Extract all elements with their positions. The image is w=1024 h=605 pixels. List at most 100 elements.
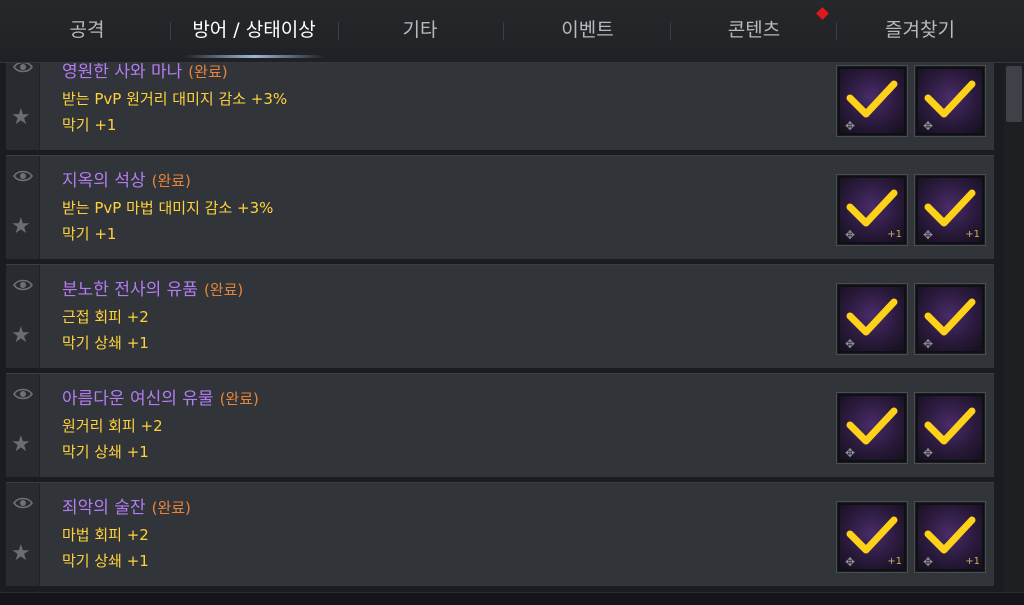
stat-effect: 막기 +1 [62,225,117,243]
move-icon: ✥ [845,555,856,569]
eye-icon[interactable] [13,387,33,401]
tab-divider [338,22,339,40]
item-slot[interactable]: ✥ [836,65,908,137]
checkmark-icon [924,298,976,336]
move-icon: ✥ [923,337,934,351]
collection-list-viewport[interactable]: ★ 영원한 사와 마나 (완료) 받는 PvP 원거리 대미지 감소 +3% 막기… [0,62,1000,592]
checkmark-icon [846,407,898,445]
stat-effect: 마법 회피 +2 [62,526,149,544]
eye-icon[interactable] [13,62,33,74]
star-icon[interactable]: ★ [11,216,31,238]
item-slot[interactable]: ✥ [914,65,986,137]
stat-effect: 막기 상쇄 +1 [62,552,149,570]
category-tab-bar: 공격 방어 / 상태이상 기타 이벤트 콘텐츠 즐겨찾기 [0,0,1024,63]
stat-effect: 막기 상쇄 +1 [62,443,149,461]
row-side-controls: ★ [6,62,40,150]
move-icon: ✥ [845,228,856,242]
item-slot[interactable]: ✥ +1 [914,501,986,573]
stat-effect: 막기 +1 [62,116,117,134]
star-icon[interactable]: ★ [11,107,31,129]
tab-label: 이벤트 [561,19,614,41]
collection-name: 아름다운 여신의 유물 [62,389,214,409]
collection-title: 죄악의 술잔 (완료) [62,493,191,518]
collection-name: 죄악의 술잔 [62,498,146,518]
collection-row: ★ 아름다운 여신의 유물 (완료) 원거리 회피 +2 막기 상쇄 +1 ✥ ✥ [6,373,994,477]
collection-row: ★ 죄악의 술잔 (완료) 마법 회피 +2 막기 상쇄 +1 ✥ +1 ✥ +1 [6,482,994,586]
eye-icon[interactable] [13,278,33,292]
star-icon[interactable]: ★ [11,543,31,565]
tab-label: 방어 / 상태이상 [192,19,316,41]
enhance-level: +1 [887,556,902,567]
completion-status: (완료) [151,499,191,517]
tab-divider [670,22,671,40]
checkmark-icon [924,407,976,445]
row-side-controls: ★ [6,374,40,477]
item-slot[interactable]: ✥ [836,392,908,464]
stat-effect: 받는 PvP 원거리 대미지 감소 +3% [62,90,288,108]
enhance-level: +1 [887,229,902,240]
tab-divider [503,22,504,40]
item-slot[interactable]: ✥ +1 [914,174,986,246]
bottom-bar [0,592,1024,605]
completion-status: (완료) [151,172,191,190]
enhance-level: +1 [965,556,980,567]
stat-effect: 근접 회피 +2 [62,308,149,326]
move-icon: ✥ [923,228,934,242]
collection-title: 영원한 사와 마나 (완료) [62,62,228,82]
tab-label: 기타 [402,19,438,41]
checkmark-icon [846,298,898,336]
scrollbar-track[interactable] [1004,62,1024,592]
completion-status: (완료) [188,63,228,81]
collection-row: ★ 분노한 전사의 유품 (완료) 근접 회피 +2 막기 상쇄 +1 ✥ ✥ [6,264,994,368]
tab-label: 즐겨찾기 [885,19,955,41]
star-icon[interactable]: ★ [11,434,31,456]
tab-defense-status[interactable]: 방어 / 상태이상 [172,0,336,62]
collection-name: 영원한 사와 마나 [62,62,183,82]
checkmark-icon [846,516,898,554]
stat-effect: 받는 PvP 마법 대미지 감소 +3% [62,199,274,217]
scrollbar-thumb[interactable] [1006,66,1022,122]
stat-effect: 막기 상쇄 +1 [62,334,149,352]
move-icon: ✥ [845,337,856,351]
item-slot[interactable]: ✥ [914,392,986,464]
star-icon[interactable]: ★ [11,325,31,347]
collection-title: 분노한 전사의 유품 (완료) [62,275,243,300]
tab-divider [170,22,171,40]
tab-attack[interactable]: 공격 [20,0,154,62]
item-slot[interactable]: ✥ [836,283,908,355]
row-side-controls: ★ [6,483,40,586]
collection-title: 아름다운 여신의 유물 (완료) [62,384,259,409]
eye-icon[interactable] [13,169,33,183]
row-side-controls: ★ [6,156,40,259]
completion-status: (완료) [203,281,244,299]
checkmark-icon [846,189,898,227]
active-tab-indicator [184,55,324,58]
item-slot[interactable]: ✥ +1 [836,501,908,573]
move-icon: ✥ [923,119,934,133]
move-icon: ✥ [923,555,934,569]
item-slot[interactable]: ✥ +1 [836,174,908,246]
collection-list: ★ 영원한 사와 마나 (완료) 받는 PvP 원거리 대미지 감소 +3% 막기… [6,62,994,591]
checkmark-icon [846,80,898,118]
collection-row: ★ 지옥의 석상 (완료) 받는 PvP 마법 대미지 감소 +3% 막기 +1 … [6,155,994,259]
tab-etc[interactable]: 기타 [340,0,500,62]
tab-label: 공격 [69,19,105,41]
item-slot[interactable]: ✥ [914,283,986,355]
eye-icon[interactable] [13,496,33,510]
collection-name: 지옥의 석상 [62,171,146,191]
completion-status: (완료) [219,390,259,408]
tab-content[interactable]: 콘텐츠 [672,0,836,62]
collection-row: ★ 영원한 사와 마나 (완료) 받는 PvP 원거리 대미지 감소 +3% 막기… [6,62,994,150]
move-icon: ✥ [845,446,856,460]
checkmark-icon [924,80,976,118]
tab-favorites[interactable]: 즐겨찾기 [838,0,1002,62]
collection-name: 분노한 전사의 유품 [62,280,198,300]
tab-label: 콘텐츠 [727,19,781,41]
checkmark-icon [924,189,976,227]
tab-event[interactable]: 이벤트 [505,0,670,62]
checkmark-icon [924,516,976,554]
move-icon: ✥ [845,119,856,133]
tab-divider [836,22,837,40]
row-side-controls: ★ [6,265,40,368]
collection-window: 공격 방어 / 상태이상 기타 이벤트 콘텐츠 즐겨찾기 ★ 영원한 사와 마나… [0,0,1024,605]
